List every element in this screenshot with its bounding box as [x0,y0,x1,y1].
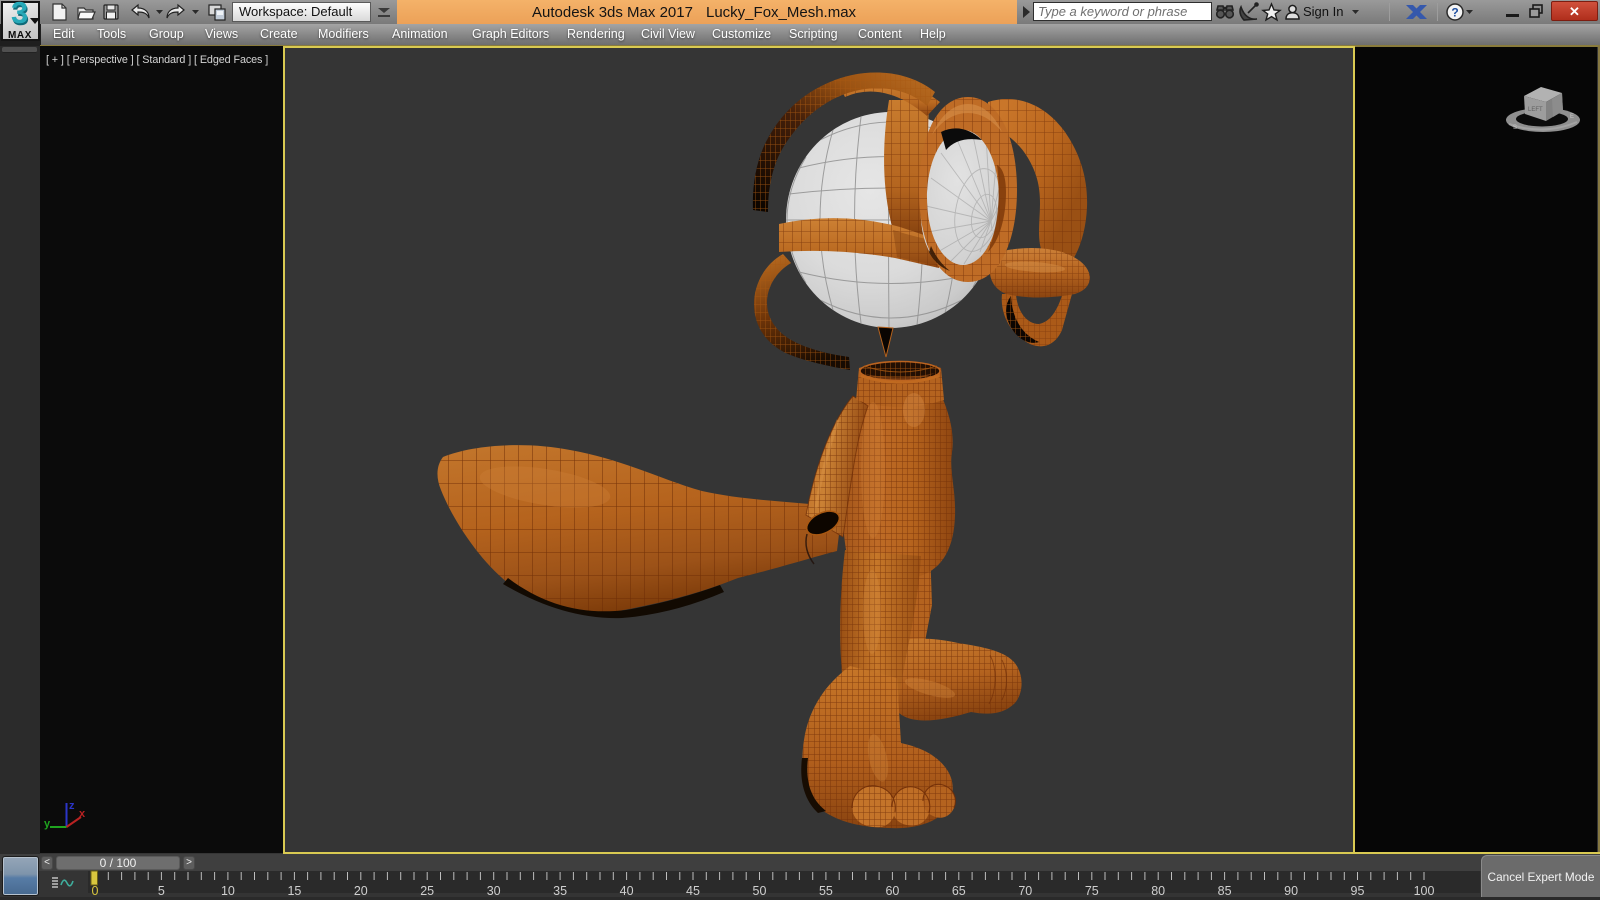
svg-text:15: 15 [287,884,301,898]
svg-text:25: 25 [420,884,434,898]
svg-text:75: 75 [1085,884,1099,898]
svg-text:90: 90 [1284,884,1298,898]
svg-text:0: 0 [92,884,99,898]
svg-text:85: 85 [1218,884,1232,898]
svg-text:10: 10 [221,884,235,898]
svg-text:20: 20 [354,884,368,898]
svg-text:95: 95 [1351,884,1365,898]
svg-text:LEFT: LEFT [1528,107,1543,113]
svg-text:5: 5 [158,884,165,898]
svg-text:50: 50 [753,884,767,898]
svg-text:z: z [69,800,75,812]
svg-text:x: x [79,808,86,820]
svg-text:80: 80 [1151,884,1165,898]
svg-text:30: 30 [487,884,501,898]
svg-text:70: 70 [1018,884,1032,898]
svg-text:45: 45 [686,884,700,898]
svg-text:60: 60 [885,884,899,898]
svg-text:65: 65 [952,884,966,898]
svg-text:55: 55 [819,884,833,898]
svg-text:40: 40 [620,884,634,898]
svg-text:E: E [1570,114,1574,120]
svg-text:35: 35 [553,884,567,898]
svg-text:S: S [1513,125,1517,131]
svg-text:100: 100 [1414,884,1435,898]
svg-text:y: y [44,818,51,830]
